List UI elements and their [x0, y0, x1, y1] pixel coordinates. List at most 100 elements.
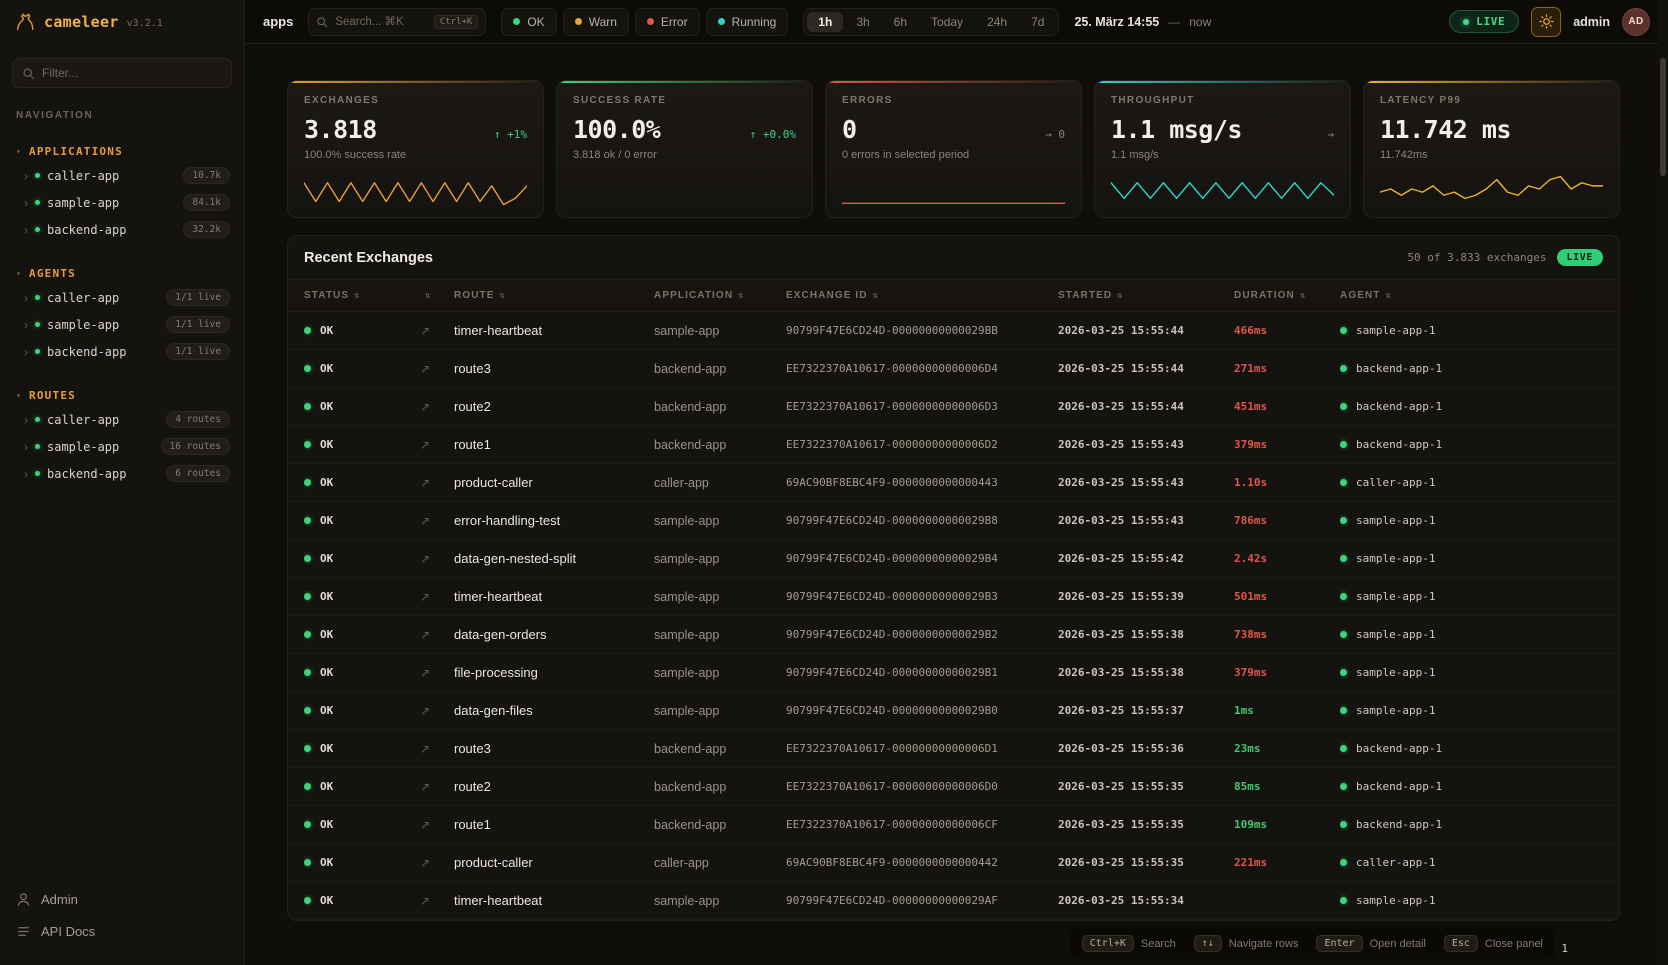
agent-status-dot: [1340, 631, 1347, 638]
sidebar-item-label: backend-app: [47, 223, 176, 237]
column-header[interactable]: AGENT ⇅: [1340, 290, 1603, 301]
sidebar-item-route[interactable]: › backend-app 6 routes: [0, 460, 244, 487]
stat-card[interactable]: THROUGHPUT 1.1 msg/s → 1.1 msg/s: [1094, 80, 1351, 218]
status-cell: OK: [304, 552, 420, 565]
status-filter-chip[interactable]: Error: [635, 8, 700, 36]
status-filter-chip[interactable]: Running: [706, 8, 789, 36]
sidebar-item-agent[interactable]: › sample-app 1/1 live: [0, 311, 244, 338]
time-range-button[interactable]: Today: [920, 12, 974, 32]
table-row[interactable]: OK ↗ error-handling-test sample-app 9079…: [288, 502, 1619, 540]
sidebar-filter[interactable]: [12, 58, 232, 88]
sidebar-item-application[interactable]: › backend-app 32.2k: [0, 216, 244, 243]
agent-cell: backend-app-1: [1340, 362, 1603, 375]
sidebar-item-badge: 6 routes: [166, 465, 230, 482]
application-cell: backend-app: [654, 780, 786, 794]
table-row[interactable]: OK ↗ product-caller caller-app 69AC90BF8…: [288, 464, 1619, 502]
status-dot: [35, 471, 40, 476]
route-cell: route3: [454, 361, 654, 376]
chevron-right-icon: ›: [24, 441, 28, 453]
column-header[interactable]: STARTED ⇅: [1058, 290, 1234, 301]
filter-input[interactable]: [42, 66, 222, 80]
live-badge[interactable]: LIVE: [1557, 249, 1603, 266]
application-cell: backend-app: [654, 362, 786, 376]
table-row[interactable]: OK ↗ data-gen-orders sample-app 90799F47…: [288, 616, 1619, 654]
agent-label: backend-app-1: [1356, 438, 1442, 451]
time-range-button[interactable]: 1h: [807, 12, 843, 32]
sidebar-item-agent[interactable]: › caller-app 1/1 live: [0, 284, 244, 311]
agent-label: backend-app-1: [1356, 742, 1442, 755]
stat-card[interactable]: ERRORS 0 → 0 0 errors in selected period: [825, 80, 1082, 218]
time-range-button[interactable]: 7d: [1020, 12, 1055, 32]
table-row[interactable]: OK ↗ route2 backend-app EE7322370A10617-…: [288, 768, 1619, 806]
section-agents-header[interactable]: ▾ AGENTS: [0, 263, 244, 284]
route-cell: route2: [454, 779, 654, 794]
api-docs-link[interactable]: API Docs: [16, 915, 228, 947]
status-cell: OK: [304, 476, 420, 489]
live-toggle[interactable]: LIVE: [1449, 10, 1519, 33]
agent-cell: sample-app-1: [1340, 552, 1603, 565]
sidebar-item-agent[interactable]: › backend-app 1/1 live: [0, 338, 244, 365]
scrollbar-thumb[interactable]: [1660, 58, 1666, 176]
column-header[interactable]: STATUS ⇅: [304, 290, 420, 301]
sparkline-chart: [842, 171, 1065, 207]
duration-cell: 451ms: [1234, 400, 1340, 413]
table-row[interactable]: OK ↗ route1 backend-app EE7322370A10617-…: [288, 806, 1619, 844]
table-row[interactable]: OK ↗ timer-heartbeat sample-app 90799F47…: [288, 578, 1619, 616]
time-range-button[interactable]: 6h: [883, 12, 918, 32]
stat-card[interactable]: EXCHANGES 3.818 ↑ +1% 100.0% success rat…: [287, 80, 544, 218]
agent-status-dot: [1340, 593, 1347, 600]
table-row[interactable]: OK ↗ route1 backend-app EE7322370A10617-…: [288, 426, 1619, 464]
status-dot: [304, 707, 311, 714]
sidebar-item-route[interactable]: › sample-app 16 routes: [0, 433, 244, 460]
table-row[interactable]: OK ↗ route3 backend-app EE7322370A10617-…: [288, 730, 1619, 768]
section-title-label: AGENTS: [29, 267, 76, 280]
column-header[interactable]: DURATION ⇅: [1234, 290, 1340, 301]
scrollbar-track[interactable]: [1658, 0, 1668, 965]
route-cell: file-processing: [454, 665, 654, 680]
agent-label: backend-app-1: [1356, 818, 1442, 831]
column-header[interactable]: APPLICATION ⇅: [654, 290, 786, 301]
sort-icon: ⇅: [1117, 291, 1124, 301]
status-filter-chip[interactable]: Warn: [563, 8, 629, 36]
admin-link[interactable]: Admin: [16, 883, 228, 915]
column-header[interactable]: ⇅: [420, 291, 454, 301]
table-row[interactable]: OK ↗ route3 backend-app EE7322370A10617-…: [288, 350, 1619, 388]
route-cell: timer-heartbeat: [454, 589, 654, 604]
hint-label: Open detail: [1370, 938, 1426, 950]
sidebar-item-application[interactable]: › sample-app 84.1k: [0, 189, 244, 216]
keyboard-hint: ↑↓ Navigate rows: [1194, 935, 1299, 952]
status-cell: OK: [304, 400, 420, 413]
table-row[interactable]: OK ↗ timer-heartbeat sample-app 90799F47…: [288, 882, 1619, 920]
search-input[interactable]: [335, 16, 426, 28]
section-applications-header[interactable]: ▾ APPLICATIONS: [0, 141, 244, 162]
section-routes-header[interactable]: ▾ ROUTES: [0, 385, 244, 406]
started-cell: 2026-03-25 15:55:36: [1058, 742, 1234, 755]
sidebar-item-route[interactable]: › caller-app 4 routes: [0, 406, 244, 433]
stat-card[interactable]: SUCCESS RATE 100.0% ↑ +0.0% 3.818 ok / 0…: [556, 80, 813, 218]
application-cell: backend-app: [654, 818, 786, 832]
table-row[interactable]: OK ↗ file-processing sample-app 90799F47…: [288, 654, 1619, 692]
table-row[interactable]: OK ↗ product-caller caller-app 69AC90BF8…: [288, 844, 1619, 882]
stat-card[interactable]: LATENCY P99 11.742 ms 11.742ms: [1363, 80, 1620, 218]
theme-toggle[interactable]: [1531, 7, 1561, 37]
exchange-id-cell: 69AC90BF8EBC4F9-0000000000000443: [786, 476, 1058, 489]
avatar[interactable]: AD: [1622, 8, 1650, 36]
sidebar-item-application[interactable]: › caller-app 10.7k: [0, 162, 244, 189]
agent-status-dot: [1340, 327, 1347, 334]
global-search[interactable]: Ctrl+K: [308, 8, 486, 36]
table-row[interactable]: OK ↗ data-gen-files sample-app 90799F47E…: [288, 692, 1619, 730]
time-range-button[interactable]: 24h: [976, 12, 1018, 32]
duration-cell: 271ms: [1234, 362, 1340, 375]
sidebar-item-badge: 1/1 live: [166, 316, 230, 333]
table-row[interactable]: OK ↗ data-gen-nested-split sample-app 90…: [288, 540, 1619, 578]
status-dot: [304, 327, 311, 334]
column-header[interactable]: EXCHANGE ID ⇅: [786, 290, 1058, 301]
agent-label: sample-app-1: [1356, 514, 1435, 527]
table-row[interactable]: OK ↗ route2 backend-app EE7322370A10617-…: [288, 388, 1619, 426]
column-header[interactable]: ROUTE ⇅: [454, 290, 654, 301]
time-range-button[interactable]: 3h: [845, 12, 880, 32]
agent-cell: backend-app-1: [1340, 438, 1603, 451]
table-row[interactable]: OK ↗ timer-heartbeat sample-app 90799F47…: [288, 312, 1619, 350]
date-range[interactable]: 25. März 14:55 — now: [1074, 15, 1211, 29]
status-filter-chip[interactable]: OK: [501, 8, 556, 36]
